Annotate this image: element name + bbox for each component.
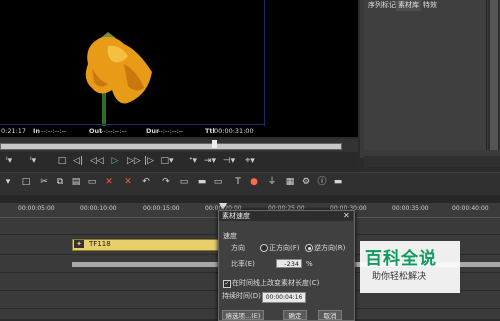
asset-panel-content [364,0,487,150]
ratio-label: 比率(E) [231,260,255,268]
step-back-icon[interactable]: ◁| [73,155,83,168]
mixer-icon[interactable]: ▭ [212,176,224,188]
mark-in-icon[interactable]: ᑊ▾ [3,155,15,168]
duration-label: 持续时间(D) [222,292,261,300]
preview-player [0,0,358,126]
play-icon[interactable]: ▷ [110,155,120,168]
ruler-tick: 00:00:35:00 [392,205,429,212]
tab-effects[interactable]: 特效 [421,0,439,11]
player-bottom-line [0,124,264,125]
clip-label: TF118 [89,240,111,248]
view-icon[interactable]: ▬ [332,176,344,188]
insert-icon[interactable]: ᐩ▾ [186,155,200,168]
duration-input[interactable]: 00:00:04:16 [262,292,306,303]
new-icon[interactable]: □ [20,176,32,188]
change-length-checkbox[interactable]: ✓ [223,280,231,288]
copy-icon[interactable]: ⧉ [54,176,66,188]
delete-icon[interactable]: ✕ [103,176,115,188]
watermark-logo: 百科全说 [365,249,437,269]
change-length-label[interactable]: 在时间线上改变素材长度(C) [232,278,319,288]
more-icon[interactable]: ⌖▾ [243,155,257,168]
step-forward-icon[interactable]: |▷ [144,155,154,168]
overwrite-icon[interactable]: ⇥▾ [203,155,217,168]
tab-asset-library[interactable]: 素材库 [396,0,421,11]
forward-radio[interactable] [260,244,268,252]
tab-sequence-markers[interactable]: 序列标记 [366,0,398,11]
watermark-subtitle: 助你轻松解决 [372,272,427,282]
dur-timecode: --:--:--:-- [158,127,184,135]
ratio-unit: % [306,260,313,268]
group-icon[interactable]: ▭ [178,176,190,188]
ratio-input[interactable]: -234 [276,259,302,268]
timeline-header [0,195,500,203]
fast-forward-icon[interactable]: ▷▷ [127,155,141,168]
audio-clip[interactable] [72,262,222,267]
ruler-tick: 00:00:15:00 [143,205,180,212]
forward-label[interactable]: 正方向(F) [269,243,300,253]
ruler-tick: 00:00:05:00 [18,205,55,212]
clip-icon[interactable]: ▭ [86,176,98,188]
scrub-handle[interactable] [212,140,217,148]
settings-icon[interactable]: ⚙ [300,176,312,188]
loop-icon[interactable]: □▾ [160,155,174,168]
direction-label: 方向 [231,244,245,252]
ruler-tick: 00:00:40:00 [452,205,489,212]
paste-icon[interactable]: ▤ [70,176,82,188]
menu-arrow-icon[interactable]: ▾ [2,176,14,188]
redo-icon[interactable]: ↷ [160,176,172,188]
rewind-icon[interactable]: ◁◁ [90,155,104,168]
ruler-tick: 00:00:10:00 [80,205,117,212]
player-frame-line [264,0,265,126]
title-icon[interactable]: T [232,176,244,188]
microphone-icon[interactable]: ● [248,176,260,188]
mark-out-icon[interactable]: ᑊ▾ [27,155,39,168]
undo-icon[interactable]: ↶ [140,176,152,188]
grid-icon[interactable]: ▦ [284,176,296,188]
in-timecode: --:--:--:-- [41,127,67,135]
in-label: In [33,127,41,135]
split-icon[interactable]: ⊣▾ [222,155,236,168]
preview-image-daffodil [85,32,152,134]
out-timecode: --:--:--:-- [101,127,127,135]
ttl-timecode: 00:00:31:00 [214,127,254,135]
asset-panel-scroll-thumb[interactable] [490,0,498,150]
asset-panel-tabs [364,156,500,167]
scrub-track[interactable] [0,143,342,150]
dialog-title: 素材速度 [222,212,250,220]
stop-icon[interactable]: □ [57,155,67,168]
info-icon[interactable]: ⓘ [316,176,328,188]
reverse-label[interactable]: 逆方向(R) [314,243,345,253]
close-icon[interactable]: ✕ [343,211,350,221]
speed-section-label: 速度 [223,232,237,240]
clip-type-icon: ✦ [74,240,84,248]
transport-bar [0,152,358,170]
reverse-radio[interactable] [305,244,313,252]
current-timecode: 0:21:17 [1,127,27,135]
audio-icon[interactable]: ⏚ [266,176,278,188]
link-icon[interactable]: ▬ [196,176,208,188]
ripple-delete-icon[interactable]: ✕ [122,176,134,188]
cut-icon[interactable]: ✂ [38,176,50,188]
